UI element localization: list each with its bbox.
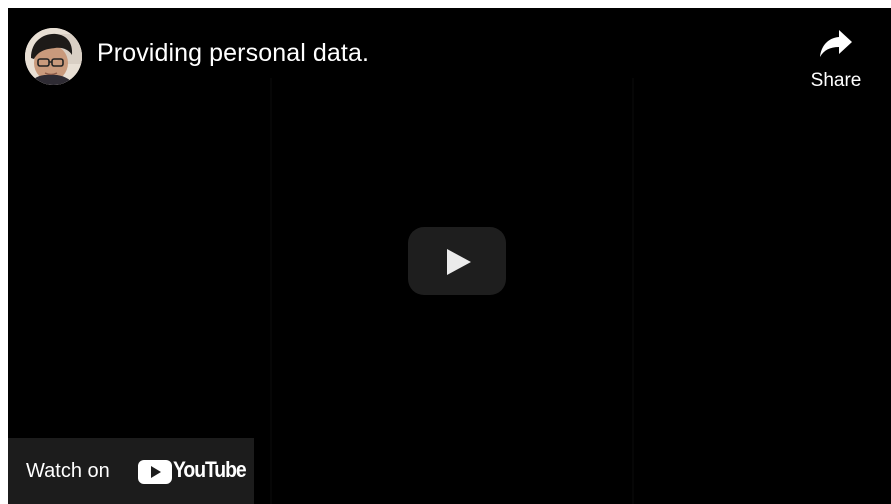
play-icon xyxy=(447,249,471,275)
watch-on-youtube-button[interactable]: Watch on YouTube xyxy=(8,438,254,504)
channel-avatar-icon xyxy=(25,28,82,85)
play-button[interactable] xyxy=(408,227,506,295)
share-label: Share xyxy=(810,70,862,91)
panel-seam xyxy=(270,78,272,504)
share-arrow-icon xyxy=(820,30,852,57)
channel-avatar[interactable] xyxy=(25,28,82,85)
watch-on-label: Watch on xyxy=(26,460,110,482)
share-button[interactable]: Share xyxy=(808,28,864,92)
youtube-logo-icon xyxy=(138,460,172,484)
video-title[interactable]: Providing personal data. xyxy=(97,39,369,68)
video-player[interactable]: Providing personal data. Share Watch on … xyxy=(8,8,891,504)
youtube-wordmark: YouTube xyxy=(173,457,247,482)
panel-seam xyxy=(632,78,634,504)
